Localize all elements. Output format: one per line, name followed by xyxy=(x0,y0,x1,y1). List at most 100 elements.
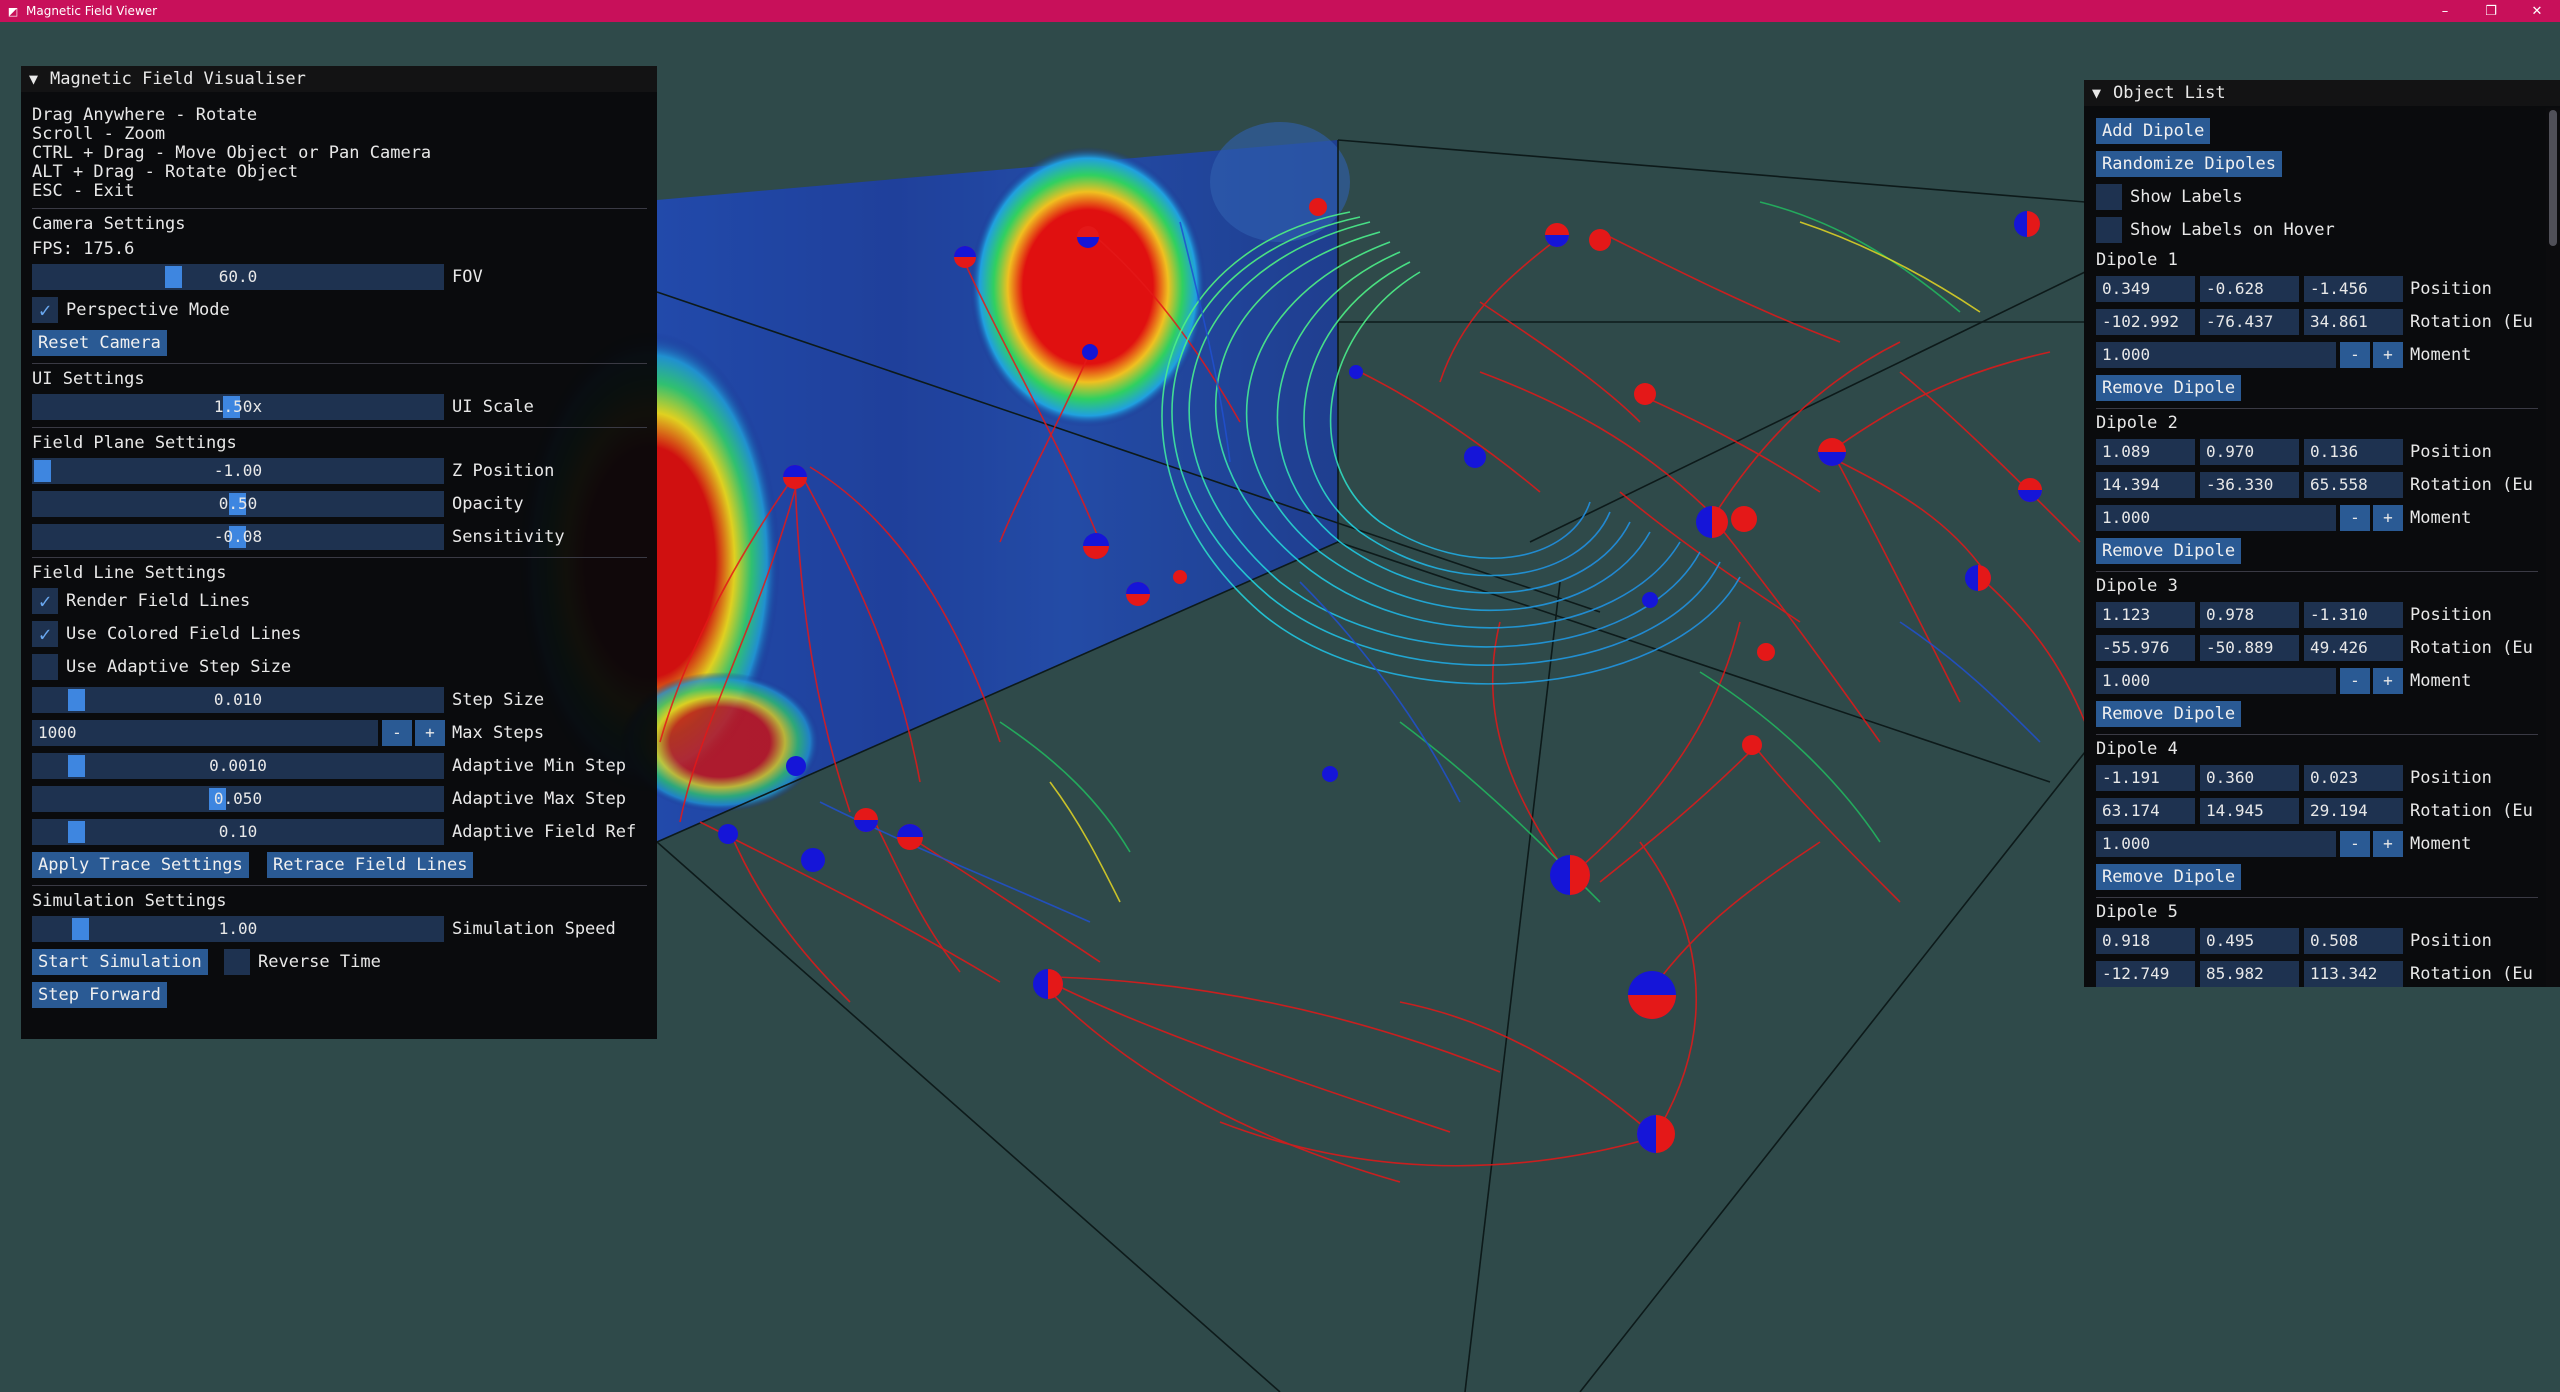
simulation-speed-slider[interactable]: 1.00 xyxy=(32,916,444,942)
position-label: Position xyxy=(2410,931,2492,951)
dipole-rot-y[interactable]: 85.982 xyxy=(2200,961,2299,987)
dipole-rot-x[interactable]: -102.992 xyxy=(2096,309,2195,335)
dipole-rot-y[interactable]: 14.945 xyxy=(2200,798,2299,824)
render-lines-checkbox[interactable]: ✓ xyxy=(32,588,58,614)
dipole-moment-input[interactable]: 1.000 xyxy=(2096,831,2336,857)
adaptive-step-checkbox[interactable] xyxy=(32,654,58,680)
dipole-rot-y[interactable]: -50.889 xyxy=(2200,635,2299,661)
apply-trace-button[interactable]: Apply Trace Settings xyxy=(32,852,249,878)
collapse-triangle-icon[interactable]: ▼ xyxy=(29,70,38,88)
moment-increment[interactable]: + xyxy=(2373,505,2403,531)
minimize-button[interactable]: – xyxy=(2422,0,2468,22)
step-size-slider[interactable]: 0.010 xyxy=(32,687,444,713)
dipole-pos-x[interactable]: 0.918 xyxy=(2096,928,2195,954)
colored-lines-checkbox[interactable]: ✓ xyxy=(32,621,58,647)
randomize-dipoles-button[interactable]: Randomize Dipoles xyxy=(2096,151,2282,177)
moment-decrement[interactable]: - xyxy=(2340,831,2370,857)
field-line-header: Field Line Settings xyxy=(32,563,227,583)
moment-increment[interactable]: + xyxy=(2373,342,2403,368)
moment-decrement[interactable]: - xyxy=(2340,668,2370,694)
dipole-rot-z[interactable]: 34.861 xyxy=(2304,309,2403,335)
ui-scale-slider[interactable]: 1.50x xyxy=(32,394,444,420)
sensitivity-slider[interactable]: -0.08 xyxy=(32,524,444,550)
dipole-pos-y[interactable]: 0.360 xyxy=(2200,765,2299,791)
dipole-pos-z[interactable]: -1.310 xyxy=(2304,602,2403,628)
remove-dipole-button[interactable]: Remove Dipole xyxy=(2096,538,2242,564)
scrollbar-thumb[interactable] xyxy=(2549,110,2557,246)
perspective-checkbox[interactable]: ✓ xyxy=(32,297,58,323)
title-bar: ◩ Magnetic Field Viewer – ❐ ✕ xyxy=(0,0,2560,22)
dipole-pos-z[interactable]: 0.508 xyxy=(2304,928,2403,954)
dipole-rot-z[interactable]: 113.342 xyxy=(2304,961,2403,987)
moment-decrement[interactable]: - xyxy=(2340,505,2370,531)
dipole-rot-x[interactable]: 63.174 xyxy=(2096,798,2195,824)
dipole-pos-z[interactable]: 0.136 xyxy=(2304,439,2403,465)
dipole-moment-input[interactable]: 1.000 xyxy=(2096,668,2336,694)
max-steps-input[interactable]: 1000 xyxy=(32,720,378,746)
help-line: ESC - Exit xyxy=(32,181,135,201)
ui-scale-label: UI Scale xyxy=(452,397,534,417)
dipole-sphere xyxy=(1033,969,1063,999)
close-button[interactable]: ✕ xyxy=(2514,0,2560,22)
reset-camera-button[interactable]: Reset Camera xyxy=(32,330,167,356)
start-simulation-button[interactable]: Start Simulation xyxy=(32,949,208,975)
divider xyxy=(2096,571,2538,572)
dipole-rot-y[interactable]: -36.330 xyxy=(2200,472,2299,498)
dipole-rot-z[interactable]: 49.426 xyxy=(2304,635,2403,661)
dipole-pos-y[interactable]: -0.628 xyxy=(2200,276,2299,302)
dipole-sphere xyxy=(1309,198,1327,216)
dipole-moment-input[interactable]: 1.000 xyxy=(2096,505,2336,531)
collapse-triangle-icon[interactable]: ▼ xyxy=(2092,84,2101,102)
dipole-pos-z[interactable]: -1.456 xyxy=(2304,276,2403,302)
fps-readout: FPS: 175.6 xyxy=(32,239,135,259)
dipole-pos-y[interactable]: 0.970 xyxy=(2200,439,2299,465)
dipole-moment-input[interactable]: 1.000 xyxy=(2096,342,2336,368)
dipole-sphere xyxy=(2014,211,2040,237)
object-list-header[interactable]: ▼ Object List xyxy=(2084,80,2560,106)
dipole-pos-x[interactable]: 1.123 xyxy=(2096,602,2195,628)
dipole-rot-z[interactable]: 65.558 xyxy=(2304,472,2403,498)
remove-dipole-button[interactable]: Remove Dipole xyxy=(2096,864,2242,890)
remove-dipole-button[interactable]: Remove Dipole xyxy=(2096,375,2242,401)
dipole-rot-y[interactable]: -76.437 xyxy=(2200,309,2299,335)
dipole-pos-y[interactable]: 0.978 xyxy=(2200,602,2299,628)
help-line: Drag Anywhere - Rotate xyxy=(32,105,258,125)
moment-increment[interactable]: + xyxy=(2373,668,2403,694)
retrace-button[interactable]: Retrace Field Lines xyxy=(267,852,474,878)
scrollbar[interactable] xyxy=(2546,108,2560,987)
divider xyxy=(32,885,647,886)
dipole-rot-x[interactable]: -55.976 xyxy=(2096,635,2195,661)
moment-increment[interactable]: + xyxy=(2373,831,2403,857)
add-dipole-button[interactable]: Add Dipole xyxy=(2096,118,2211,144)
dipole-rot-z[interactable]: 29.194 xyxy=(2304,798,2403,824)
rotation-label: Rotation (Eu xyxy=(2410,312,2533,332)
show-labels-checkbox[interactable] xyxy=(2096,184,2122,210)
help-text: Drag Anywhere - Rotate Scroll - Zoom CTR… xyxy=(32,106,431,201)
dipole-pos-y[interactable]: 0.495 xyxy=(2200,928,2299,954)
show-labels-hover-checkbox[interactable] xyxy=(2096,217,2122,243)
step-forward-button[interactable]: Step Forward xyxy=(32,982,167,1008)
render-lines-label: Render Field Lines xyxy=(66,591,251,611)
dipole-rot-x[interactable]: 14.394 xyxy=(2096,472,2195,498)
dipole-rot-x[interactable]: -12.749 xyxy=(2096,961,2195,987)
panel-title: Object List xyxy=(2113,83,2226,103)
z-position-slider[interactable]: -1.00 xyxy=(32,458,444,484)
max-steps-increment[interactable]: + xyxy=(415,720,445,746)
adaptive-field-ref-slider[interactable]: 0.10 xyxy=(32,819,444,845)
restore-button[interactable]: ❐ xyxy=(2468,0,2514,22)
moment-decrement[interactable]: - xyxy=(2340,342,2370,368)
dipole-pos-x[interactable]: 0.349 xyxy=(2096,276,2195,302)
dipole-name: Dipole 3 xyxy=(2096,576,2178,596)
dipole-pos-x[interactable]: 1.089 xyxy=(2096,439,2195,465)
fov-slider[interactable]: 60.0 xyxy=(32,264,444,290)
remove-dipole-button[interactable]: Remove Dipole xyxy=(2096,701,2242,727)
fov-value: 60.0 xyxy=(218,267,258,286)
max-steps-decrement[interactable]: - xyxy=(382,720,412,746)
dipole-pos-x[interactable]: -1.191 xyxy=(2096,765,2195,791)
dipole-pos-z[interactable]: 0.023 xyxy=(2304,765,2403,791)
adaptive-max-step-slider[interactable]: 0.050 xyxy=(32,786,444,812)
opacity-slider[interactable]: 0.50 xyxy=(32,491,444,517)
reverse-time-checkbox[interactable] xyxy=(224,949,250,975)
visualiser-panel-header[interactable]: ▼ Magnetic Field Visualiser xyxy=(21,66,657,92)
adaptive-min-step-slider[interactable]: 0.0010 xyxy=(32,753,444,779)
